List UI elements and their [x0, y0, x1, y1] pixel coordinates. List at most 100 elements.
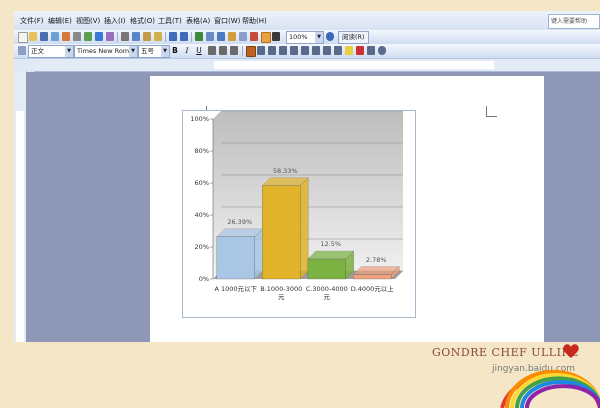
rainbow-icon	[500, 369, 600, 408]
italic-button[interactable]: I	[182, 45, 192, 56]
line-spacing-icon[interactable]	[290, 46, 298, 55]
undo-icon[interactable]	[169, 32, 177, 41]
encircle-icon[interactable]	[378, 46, 386, 55]
menu-help[interactable]: 帮助(H)	[242, 16, 267, 26]
menu-edit[interactable]: 编辑(E)	[48, 16, 72, 26]
font-select[interactable]: Times New Roma ▼	[74, 45, 138, 58]
x-tick-label: B.1000-3000元	[260, 285, 303, 301]
cut-icon[interactable]	[121, 32, 129, 41]
style-select[interactable]: 正文 ▼	[28, 45, 74, 58]
redo-icon[interactable]	[180, 32, 188, 41]
permission-icon[interactable]	[51, 32, 59, 41]
toolbar-separator	[165, 32, 166, 42]
help-search-box[interactable]: 键入需要帮助	[548, 14, 600, 29]
char-scale-icon[interactable]	[230, 46, 238, 55]
highlight-icon[interactable]	[345, 46, 353, 55]
y-tick-label: 40%	[194, 211, 209, 219]
help-icon[interactable]	[326, 32, 334, 41]
value-label: 26.39%	[227, 217, 253, 226]
x-tick-label: D.4000元以上	[350, 285, 394, 293]
hyperlink-icon[interactable]	[195, 32, 203, 41]
style-value: 正文	[31, 47, 44, 55]
formatting-toolbar: 正文 ▼ Times New Roma ▼ 五号 ▼ B I U	[14, 44, 600, 59]
copy-icon[interactable]	[132, 32, 140, 41]
bullets-icon[interactable]	[312, 46, 320, 55]
value-label: 12.5%	[320, 240, 342, 248]
document-map-icon[interactable]	[261, 32, 271, 43]
menu-bar: 文件(F) 编辑(E) 视图(V) 插入(I) 格式(O) 工具(T) 表格(A…	[14, 11, 600, 30]
bold-button[interactable]: B	[170, 45, 180, 56]
menu-window[interactable]: 窗口(W)	[214, 16, 240, 26]
bar	[307, 258, 346, 280]
menu-table[interactable]: 表格(A)	[186, 16, 210, 26]
menu-insert[interactable]: 插入(I)	[104, 16, 126, 26]
menu-view[interactable]: 视图(V)	[76, 16, 100, 26]
align-right-icon[interactable]	[268, 46, 276, 55]
bar	[353, 274, 392, 280]
font-value: Times New Roma	[77, 47, 134, 55]
phonetic-icon[interactable]	[367, 46, 375, 55]
toolbar-separator	[117, 32, 118, 42]
save-icon[interactable]	[40, 32, 48, 41]
ruler-text-area	[16, 111, 24, 342]
x-tick-label: C.3000-4000元	[305, 285, 348, 301]
horizontal-ruler[interactable]	[34, 59, 600, 72]
decrease-indent-icon[interactable]	[323, 46, 331, 55]
bar	[262, 185, 301, 280]
menu-file[interactable]: 文件(F)	[20, 16, 44, 26]
preview-icon[interactable]	[84, 32, 92, 41]
print-icon[interactable]	[73, 32, 81, 41]
y-tick-label: 20%	[194, 243, 209, 251]
tables-borders-icon[interactable]	[206, 32, 214, 41]
numbering-icon[interactable]	[301, 46, 309, 55]
value-label: 58.33%	[272, 166, 298, 175]
heart-icon	[563, 344, 579, 358]
open-icon[interactable]	[29, 32, 37, 41]
chevron-down-icon: ▼	[129, 46, 137, 57]
bar-chart[interactable]: 0% 20% 40% 60% 80% 100% 26.39% A 1000元以下 58.33% B…	[182, 110, 416, 318]
bar-side	[254, 228, 263, 280]
columns-icon[interactable]	[239, 32, 247, 41]
drawing-icon[interactable]	[250, 32, 258, 41]
toolbar-separator	[191, 32, 192, 42]
insert-excel-icon[interactable]	[228, 32, 236, 41]
char-border-icon[interactable]	[208, 46, 216, 55]
y-tick-label: 100%	[190, 115, 209, 123]
menu-tools[interactable]: 工具(T)	[158, 16, 182, 26]
show-hide-icon[interactable]	[272, 32, 280, 41]
bar	[216, 236, 255, 280]
align-center-icon[interactable]	[257, 46, 265, 55]
read-button[interactable]: 阅读(R)	[338, 31, 369, 44]
chevron-down-icon: ▼	[315, 32, 323, 43]
x-tick-label: A 1000元以下	[214, 285, 258, 293]
spelling-icon[interactable]	[95, 32, 103, 41]
align-justify-icon[interactable]	[246, 46, 256, 57]
y-tick-label: 0%	[198, 275, 209, 283]
underline-button[interactable]: U	[194, 45, 204, 56]
paste-icon[interactable]	[143, 32, 151, 41]
distributed-icon[interactable]	[279, 46, 287, 55]
email-icon[interactable]	[62, 32, 70, 41]
font-size-value: 五号	[141, 47, 154, 55]
y-tick-label: 60%	[194, 179, 209, 187]
zoom-select[interactable]: 100% ▼	[286, 31, 324, 44]
insert-table-icon[interactable]	[217, 32, 225, 41]
styles-icon[interactable]	[18, 46, 26, 55]
char-shading-icon[interactable]	[219, 46, 227, 55]
chevron-down-icon: ▼	[161, 46, 169, 57]
standard-toolbar: 100% ▼ 阅读(R)	[14, 30, 600, 45]
font-color-icon[interactable]	[356, 46, 364, 55]
research-icon[interactable]	[106, 32, 114, 41]
y-tick-label: 80%	[194, 147, 209, 155]
crop-mark	[486, 106, 497, 117]
ruler-text-area	[214, 61, 494, 69]
increase-indent-icon[interactable]	[334, 46, 342, 55]
format-painter-icon[interactable]	[154, 32, 162, 41]
value-label: 2.78%	[365, 255, 387, 264]
new-icon[interactable]	[18, 32, 28, 43]
chevron-down-icon: ▼	[65, 46, 73, 57]
signature-text: GONDRE CHEF ULLIRE	[432, 346, 579, 359]
font-size-select[interactable]: 五号 ▼	[138, 45, 170, 58]
ruler-corner	[14, 59, 28, 71]
menu-format[interactable]: 格式(O)	[130, 16, 155, 26]
